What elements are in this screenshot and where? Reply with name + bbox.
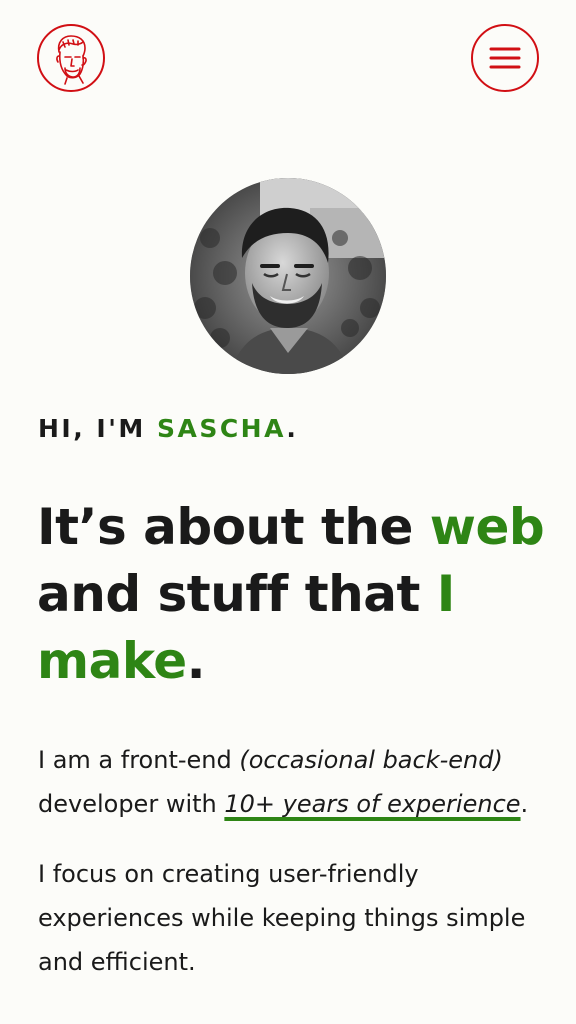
intro-paragraph-1: I am a front-end (occasional back-end) d… bbox=[38, 738, 548, 826]
greeting-suffix: . bbox=[286, 414, 299, 443]
home-logo-link[interactable] bbox=[37, 24, 105, 92]
greeting: HI, I'M SASCHA. bbox=[38, 414, 298, 443]
hero-headline: It’s about the web and stuff that I make… bbox=[37, 494, 547, 695]
hamburger-menu-icon bbox=[489, 47, 521, 69]
experience-link[interactable]: 10+ years of experience bbox=[224, 790, 520, 818]
intro-p1-start: I am a front-end bbox=[38, 746, 240, 774]
avatar-portrait-image bbox=[190, 178, 386, 374]
headline-part-1: It’s about the bbox=[37, 498, 430, 556]
headline-part-2: and stuff that bbox=[37, 565, 437, 623]
page: HI, I'M SASCHA. It’s about the web and s… bbox=[0, 0, 576, 1024]
menu-button[interactable] bbox=[471, 24, 539, 92]
greeting-name: SASCHA bbox=[156, 414, 287, 443]
greeting-prefix: HI, I'M bbox=[38, 414, 157, 443]
intro-p1-italic: (occasional back-end) bbox=[239, 746, 503, 774]
intro-p1-middle: developer with bbox=[38, 790, 225, 818]
intro-paragraph-2: I focus on creating user-friendly experi… bbox=[38, 860, 526, 976]
intro-p1-end: . bbox=[520, 790, 529, 818]
headline-accent-web: web bbox=[429, 498, 545, 556]
face-sketch-icon bbox=[56, 35, 87, 85]
avatar bbox=[190, 178, 386, 374]
headline-part-3: . bbox=[186, 632, 206, 690]
